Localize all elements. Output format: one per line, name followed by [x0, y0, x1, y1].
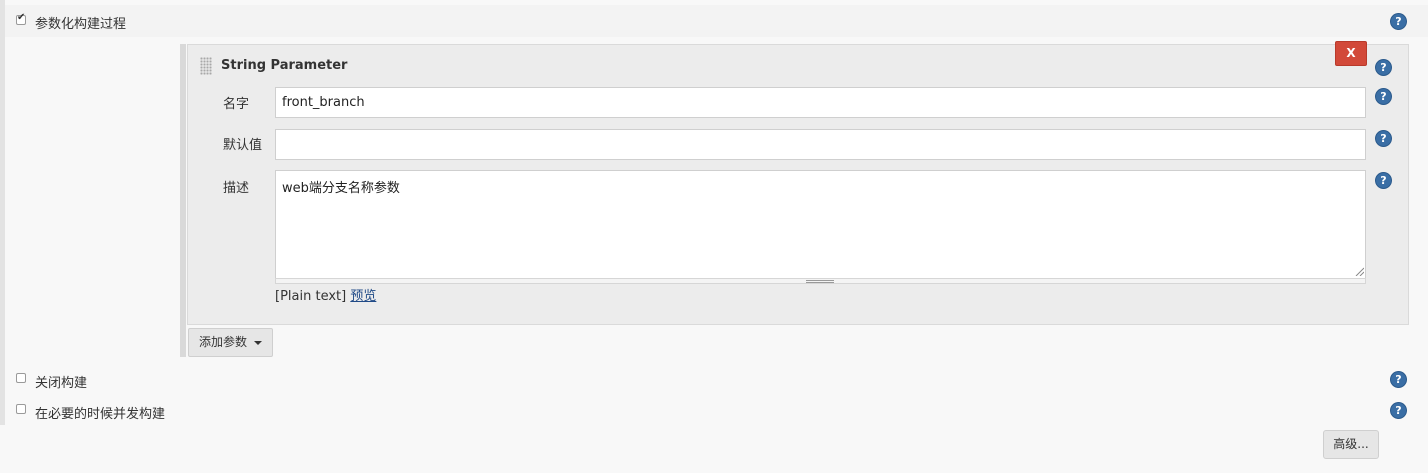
advanced-button[interactable]: 高级... [1323, 430, 1379, 459]
drag-handle-icon[interactable] [200, 57, 212, 75]
name-label: 名字 [223, 97, 250, 112]
name-input[interactable]: front_branch [275, 87, 1366, 118]
parameters-section-bar [180, 44, 186, 357]
left-section-bar [0, 0, 5, 425]
parameterized-label: 参数化构建过程 [35, 17, 127, 32]
default-value-input[interactable] [275, 129, 1366, 160]
concurrent-build-label: 在必要的时候并发构建 [35, 407, 166, 422]
default-value-label: 默认值 [223, 138, 263, 153]
chevron-down-icon [254, 341, 262, 345]
default-value-help-icon[interactable] [1376, 131, 1391, 146]
disable-build-label: 关闭构建 [35, 376, 88, 391]
add-parameter-button[interactable]: 添加参数 [188, 328, 273, 357]
disable-build-checkbox[interactable] [16, 373, 26, 383]
delete-parameter-button[interactable]: X [1335, 41, 1367, 66]
disable-build-help-icon[interactable] [1391, 372, 1406, 387]
name-help-icon[interactable] [1376, 89, 1391, 104]
preview-link[interactable]: 预览 [350, 289, 376, 304]
description-textarea[interactable]: web端分支名称参数 [275, 170, 1366, 279]
format-label: [Plain text] [275, 289, 347, 304]
parameterized-checkbox[interactable] [16, 12, 26, 25]
add-parameter-label: 添加参数 [199, 335, 248, 349]
string-parameter-help-icon[interactable] [1376, 60, 1391, 75]
concurrent-build-help-icon[interactable] [1391, 403, 1406, 418]
parameterized-help-icon[interactable] [1391, 14, 1406, 29]
concurrent-build-checkbox[interactable] [16, 404, 26, 414]
format-info: [Plain text] 预览 [275, 285, 376, 304]
description-help-icon[interactable] [1376, 173, 1391, 188]
parameterized-row [5, 5, 1428, 37]
string-parameter-title: String Parameter [221, 58, 348, 73]
resize-corner-icon[interactable] [1354, 266, 1364, 276]
resize-grip-icon[interactable] [806, 280, 834, 283]
description-label: 描述 [223, 181, 250, 196]
